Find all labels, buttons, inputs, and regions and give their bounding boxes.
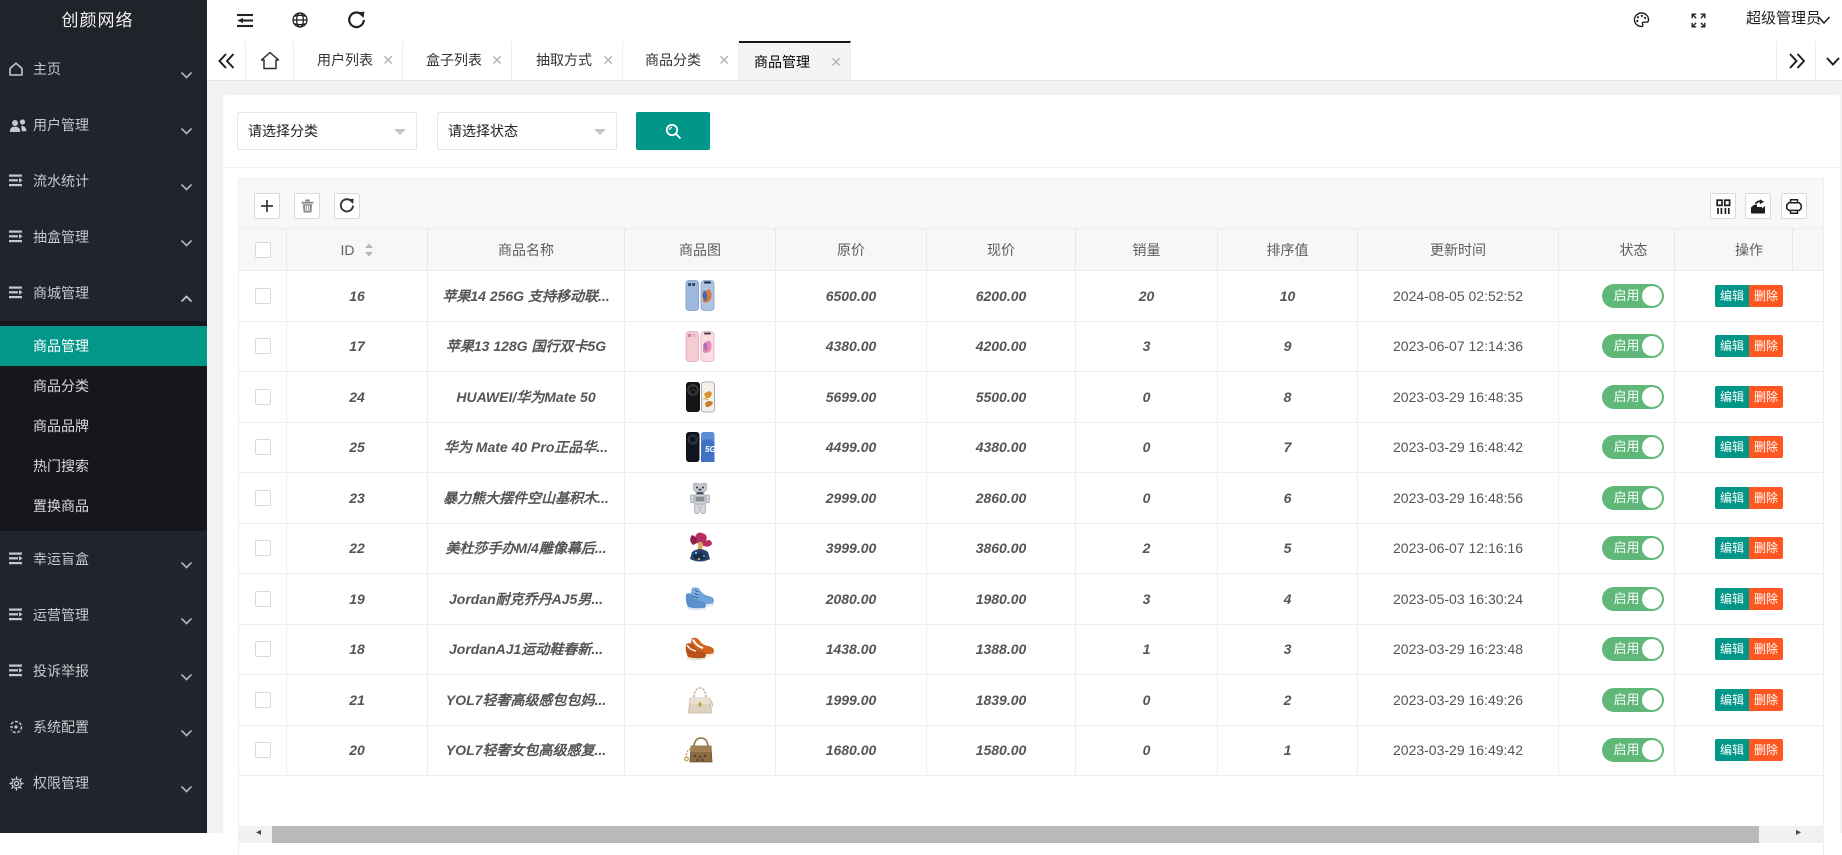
svg-text:5G: 5G (705, 445, 716, 454)
